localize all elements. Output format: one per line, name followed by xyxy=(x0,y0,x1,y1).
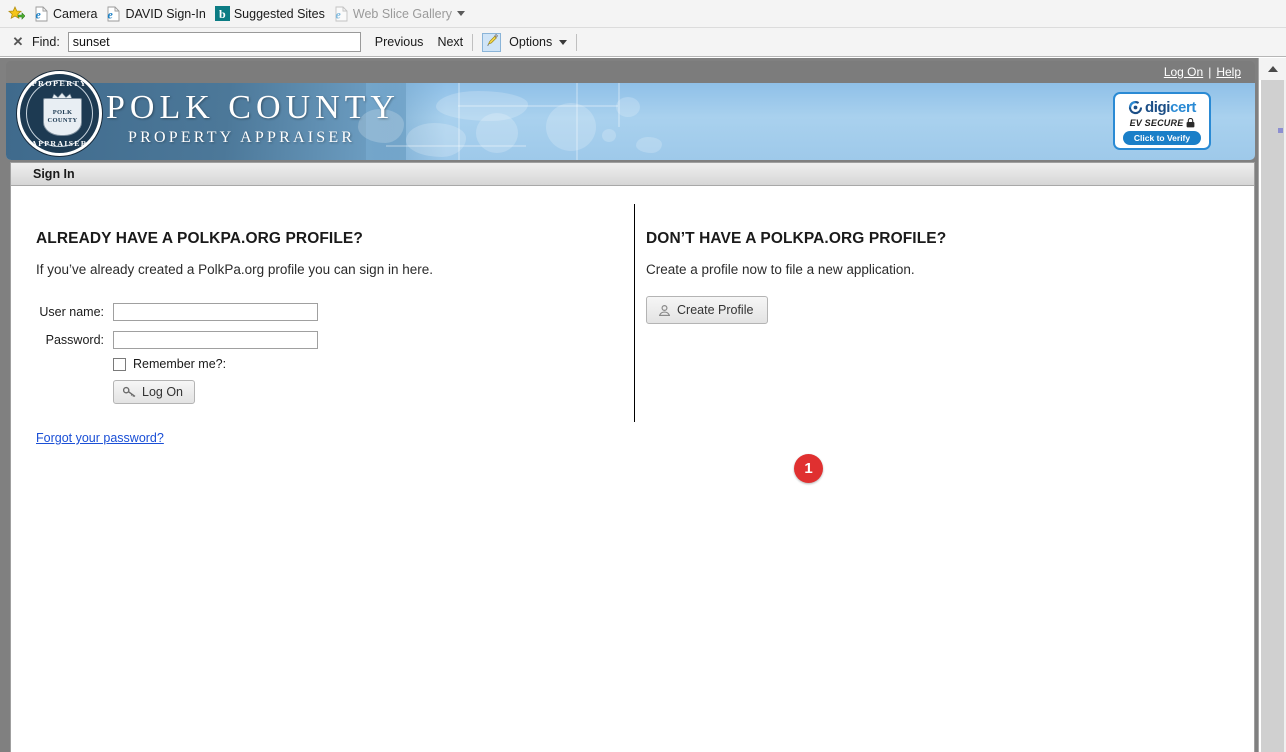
annotation-badge-1: 1 xyxy=(794,454,823,483)
log-on-button[interactable]: Log On xyxy=(113,380,196,404)
find-options-button[interactable]: Options xyxy=(509,35,552,49)
password-input[interactable] xyxy=(113,330,318,349)
find-label: Find: xyxy=(32,35,60,49)
site-title-block: POLK COUNTY PROPERTY APPRAISER xyxy=(106,91,400,147)
remember-me-row: Remember me?: xyxy=(113,357,616,371)
log-on-button-label: Log On xyxy=(142,385,184,399)
key-icon xyxy=(122,386,136,398)
chevron-down-icon[interactable] xyxy=(456,11,465,16)
scroll-up-button[interactable] xyxy=(1259,58,1286,80)
new-profile-subtext: Create a profile now to file a new appli… xyxy=(646,262,915,277)
log-on-link[interactable]: Log On xyxy=(1164,65,1203,79)
web-page: PROPERTY APPRAISER POLK COUNTY POLK COUN… xyxy=(0,58,1258,752)
highlight-all-button[interactable] xyxy=(482,32,502,52)
column-divider xyxy=(634,204,635,422)
seal-bottom-text: APPRAISER xyxy=(31,139,88,148)
ie-page-icon: e xyxy=(106,6,121,22)
favorite-web-slice-gallery[interactable]: e Web Slice Gallery xyxy=(332,3,472,25)
card-body: ALREADY HAVE A POLKPA.ORG PROFILE? If yo… xyxy=(11,186,1254,752)
seal-shield: POLK COUNTY xyxy=(43,98,82,136)
shield-line-2: COUNTY xyxy=(47,117,78,124)
new-profile-section: DON’T HAVE A POLKPA.ORG PROFILE? Create … xyxy=(646,230,1206,483)
browser-viewport: PROPERTY APPRAISER POLK COUNTY POLK COUN… xyxy=(0,58,1286,752)
digicert-wordmark: digicert xyxy=(1145,98,1196,116)
suggested-sites-icon: b xyxy=(214,6,230,21)
browser-favorites-bar: e Camera e DAVID Sign-In b Suggested Sit… xyxy=(0,0,1286,28)
username-row: User name: xyxy=(36,301,616,322)
favorites-add-button[interactable] xyxy=(6,3,32,25)
remember-me-checkbox[interactable] xyxy=(113,357,126,371)
link-separator: | xyxy=(1208,65,1212,79)
create-profile-button[interactable]: Create Profile xyxy=(646,296,769,324)
username-label: User name: xyxy=(39,304,104,319)
page-subtitle: PROPERTY APPRAISER xyxy=(128,129,356,146)
shield-line-1: POLK xyxy=(52,108,73,116)
existing-profile-heading: ALREADY HAVE A POLKPA.ORG PROFILE? xyxy=(36,230,363,247)
new-profile-heading: DON’T HAVE A POLKPA.ORG PROFILE? xyxy=(646,230,947,247)
divider xyxy=(576,33,578,51)
find-match-marker xyxy=(1278,128,1283,133)
user-icon xyxy=(658,304,671,317)
header-links: Log On | Help xyxy=(1164,65,1241,79)
page-title: POLK COUNTY xyxy=(106,89,400,126)
chevron-down-icon[interactable] xyxy=(559,39,568,45)
ie-page-icon: e xyxy=(34,6,49,22)
lock-icon xyxy=(1186,117,1195,128)
find-next-button[interactable]: Next xyxy=(437,35,463,49)
create-profile-button-label: Create Profile xyxy=(677,303,754,317)
favorite-label: Web Slice Gallery xyxy=(352,6,452,21)
digicert-tagline-text: EV SECURE xyxy=(1129,117,1184,128)
favorites-star-icon xyxy=(8,5,26,22)
favorite-label: DAVID Sign-In xyxy=(125,6,206,21)
sign-in-form: User name: Password: Remember me?: Log O… xyxy=(36,301,616,447)
favorite-label: Suggested Sites xyxy=(233,6,325,21)
sign-in-card: Sign In ALREADY HAVE A POLKPA.ORG PROFIL… xyxy=(10,162,1255,752)
polk-county-seal-logo: PROPERTY APPRAISER POLK COUNTY xyxy=(17,71,102,156)
site-header: PROPERTY APPRAISER POLK COUNTY POLK COUN… xyxy=(6,61,1255,160)
chevron-up-icon xyxy=(1267,66,1278,72)
svg-text:e: e xyxy=(335,7,341,21)
digicert-tagline: EV SECURE xyxy=(1130,118,1195,128)
digicert-verify-button[interactable]: Click to Verify xyxy=(1122,130,1202,145)
divider xyxy=(472,33,474,51)
svg-text:e: e xyxy=(108,7,114,21)
remember-me-label: Remember me?: xyxy=(133,357,227,371)
highlighter-pen-icon xyxy=(485,33,499,52)
find-input[interactable] xyxy=(67,32,361,52)
favorite-camera[interactable]: e Camera xyxy=(32,3,104,25)
existing-profile-subtext: If you’ve already created a PolkPa.org p… xyxy=(36,262,433,277)
find-previous-button[interactable]: Previous xyxy=(375,35,424,49)
close-icon[interactable]: ✕ xyxy=(10,34,26,50)
svg-text:e: e xyxy=(36,7,42,21)
help-link[interactable]: Help xyxy=(1216,65,1241,79)
existing-profile-section: ALREADY HAVE A POLKPA.ORG PROFILE? If yo… xyxy=(36,230,616,447)
digicert-seal-badge[interactable]: digicert EV SECURE Click to Verify xyxy=(1113,92,1211,150)
digicert-brand: digicert xyxy=(1128,98,1196,117)
favorite-label: Camera xyxy=(53,6,98,21)
password-row: Password: xyxy=(36,329,616,350)
favorite-suggested-sites[interactable]: b Suggested Sites xyxy=(213,3,332,25)
ie-page-icon: e xyxy=(334,6,349,22)
favorite-david-sign-in[interactable]: e DAVID Sign-In xyxy=(104,3,212,25)
username-input[interactable] xyxy=(113,302,318,321)
vertical-scrollbar[interactable] xyxy=(1258,58,1286,752)
scrollbar-track[interactable] xyxy=(1259,80,1286,752)
browser-find-bar: ✕ Find: Previous Next Options xyxy=(0,28,1286,57)
password-label: Password: xyxy=(45,332,104,347)
seal-top-text: PROPERTY xyxy=(31,79,88,88)
digicert-logo-icon xyxy=(1128,100,1143,115)
forgot-password-link[interactable]: Forgot your password? xyxy=(36,431,164,445)
card-title: Sign In xyxy=(11,163,1254,186)
